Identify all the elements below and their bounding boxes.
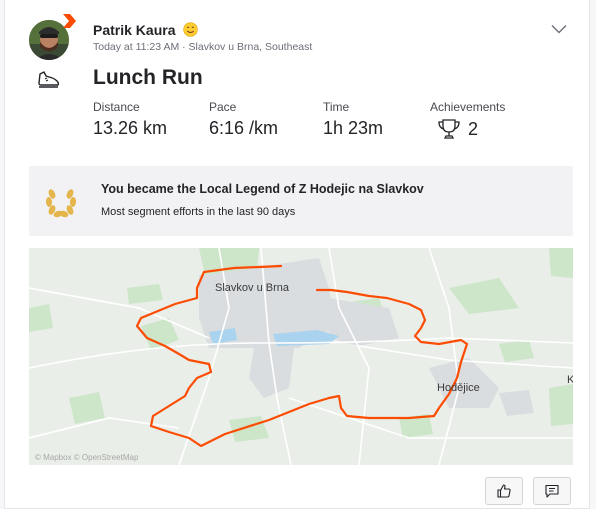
avatar[interactable]: [29, 14, 76, 60]
route-map[interactable]: Slavkov u Brna Hodějice K © Mapbox © Ope…: [29, 248, 573, 465]
map-label-hodejice: Hodějice: [437, 382, 480, 394]
stat-distance: Distance 13.26 km: [93, 100, 167, 139]
activity-timestamp: Today at 11:23 AM: [93, 41, 180, 53]
achievements-count: 2: [468, 118, 479, 139]
stat-achievements[interactable]: Achievements 2: [430, 100, 505, 140]
chevron-down-icon[interactable]: [551, 24, 567, 34]
map-label-edge: K: [567, 374, 573, 386]
comment-icon: [545, 484, 559, 498]
local-legend-title: You became the Local Legend of Z Hodejic…: [101, 182, 424, 196]
stat-label: Distance: [93, 100, 140, 114]
local-legend-subtitle: Most segment efforts in the last 90 days: [101, 206, 296, 218]
face-savoring-food-emoji: [183, 22, 199, 40]
subscriber-badge-icon: [63, 14, 76, 28]
stat-label: Achievements: [430, 100, 506, 114]
stat-pace: Pace 6:16 /km: [209, 100, 278, 139]
trophy-icon: [438, 119, 460, 139]
comment-button[interactable]: [533, 477, 571, 505]
stat-label: Time: [323, 100, 350, 114]
local-legend-banner[interactable]: You became the Local Legend of Z Hodejic…: [29, 166, 573, 236]
stat-value: 6:16 /km: [209, 118, 279, 138]
kudos-button[interactable]: [485, 477, 523, 505]
running-shoe-icon: [38, 71, 60, 88]
stat-time: Time 1h 23m: [323, 100, 383, 139]
meta-separator: ·: [179, 41, 189, 53]
laurel-icon: [45, 189, 77, 218]
thumbs-up-icon: [497, 484, 511, 498]
activity-location: Slavkov u Brna, Southeast: [188, 41, 313, 53]
stat-value: 1h 23m: [323, 118, 384, 138]
map-background: [29, 248, 573, 465]
stat-value-row: 2: [430, 118, 505, 140]
athlete-name[interactable]: Patrik Kaura: [93, 22, 199, 40]
activity-meta: Today at 11:23 AM · Slavkov u Brna, Sout…: [93, 41, 312, 53]
stat-label: Pace: [209, 100, 237, 114]
stat-value: 13.26 km: [93, 118, 168, 138]
activity-title[interactable]: Lunch Run: [93, 66, 203, 90]
activity-card: Patrik Kaura Today at 11:23 AM · Slavkov…: [4, 0, 590, 509]
athlete-name-text[interactable]: Patrik Kaura: [93, 22, 175, 38]
map-attribution[interactable]: © Mapbox © OpenStreetMap: [35, 453, 138, 462]
map-label-slavkov: Slavkov u Brna: [215, 282, 289, 294]
